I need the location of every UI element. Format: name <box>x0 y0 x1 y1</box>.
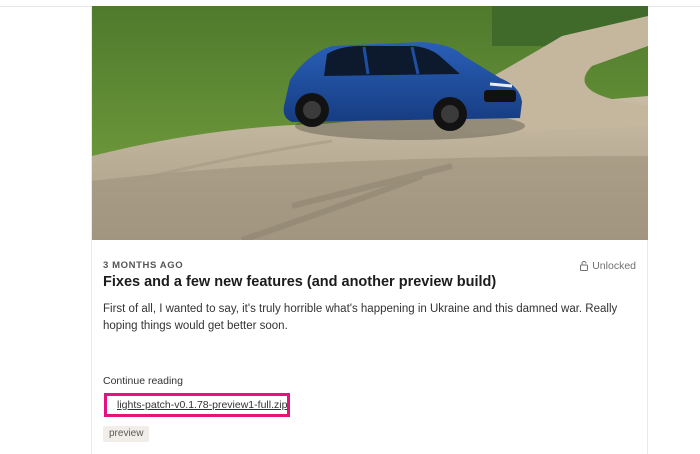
page: 3 MONTHS AGO Unlocked Fixes and a few ne… <box>0 0 700 454</box>
post-meta: 3 MONTHS AGO Unlocked <box>103 260 636 274</box>
post-card: 3 MONTHS AGO Unlocked Fixes and a few ne… <box>91 6 648 454</box>
post-tag[interactable]: preview <box>103 426 150 442</box>
access-status-label: Unlocked <box>592 260 636 272</box>
post-excerpt: First of all, I wanted to say, it's trul… <box>103 303 618 332</box>
access-status: Unlocked <box>580 260 636 272</box>
attachment-download-link[interactable]: lights-patch-v0.1.78-preview1-full.zip <box>117 399 287 411</box>
unlock-icon <box>580 261 589 271</box>
post-date: 3 MONTHS AGO <box>103 260 184 271</box>
post-title[interactable]: Fixes and a few new features (and anothe… <box>103 274 638 290</box>
post-hero-image[interactable] <box>92 6 648 240</box>
continue-reading-link[interactable]: Continue reading <box>103 375 183 387</box>
